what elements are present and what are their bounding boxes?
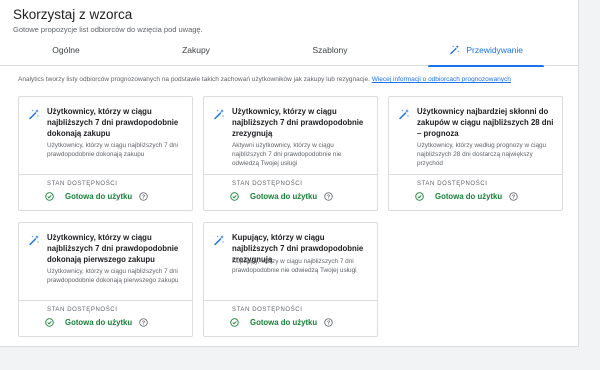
audience-card-likely-churning-users[interactable]: Użytkownicy, którzy w ciągu najbliższych… — [203, 96, 378, 211]
card-description: Kupujący, którzy w ciągu najbliższych 7 … — [232, 258, 357, 275]
availability-label: STAN DOSTĘPNOŚCI — [417, 181, 488, 187]
status-text: Gotowa do użytku — [65, 318, 133, 327]
info-description: Analytics tworzy listy odbiorców prognoz… — [18, 76, 370, 83]
panel-title: Skorzystaj z wzorca — [13, 7, 133, 22]
card-description: Użytkownicy, którzy w ciągu najbliższych… — [47, 268, 179, 285]
status-text: Gotowa do użytku — [250, 192, 318, 201]
availability-label: STAN DOSTĘPNOŚCI — [47, 181, 118, 187]
check-circle-icon — [45, 318, 54, 327]
tab-label: Zakupy — [182, 45, 210, 55]
audience-card-likely-purchasers[interactable]: Użytkownicy, którzy w ciągu najbliższych… — [18, 96, 193, 211]
magic-wand-icon — [213, 107, 225, 125]
audience-template-panel: Skorzystaj z wzorca Gotowe propozycje li… — [0, 0, 579, 347]
availability-label: STAN DOSTĘPNOŚCI — [47, 307, 118, 313]
magic-wand-icon — [28, 233, 40, 251]
svg-text:?: ? — [327, 195, 330, 201]
tab-label: Ogólne — [52, 45, 80, 55]
availability-status: Gotowa do użytku ? — [45, 192, 148, 201]
tab-label: Przewidywanie — [466, 45, 524, 55]
availability-status: Gotowa do użytku ? — [45, 318, 148, 327]
card-title: Użytkownicy, którzy w ciągu najbliższych… — [47, 233, 179, 265]
svg-text:?: ? — [142, 195, 145, 201]
card-title: Użytkownicy, którzy w ciągu najbliższych… — [47, 107, 179, 139]
svg-text:?: ? — [142, 321, 145, 327]
tab-predictive[interactable]: Przewidywanie — [428, 36, 544, 67]
availability-status: Gotowa do użytku ? — [230, 192, 333, 201]
magic-wand-icon — [449, 44, 466, 55]
status-text: Gotowa do użytku — [250, 318, 318, 327]
help-icon[interactable]: ? — [139, 318, 148, 327]
card-description: Aktywni użytkownicy, którzy w ciągu najb… — [232, 142, 342, 168]
card-divider — [389, 174, 562, 175]
audience-card-likely-churning-purchasers[interactable]: Kupujący, którzy w ciągu najbliższych 7 … — [203, 222, 378, 337]
help-icon[interactable]: ? — [324, 318, 333, 327]
card-description: Użytkownicy, którzy w ciągu najbliższych… — [47, 142, 178, 159]
audience-card-likely-first-time-purchasers[interactable]: Użytkownicy, którzy w ciągu najbliższych… — [18, 222, 193, 337]
tab-general[interactable]: Ogólne — [8, 36, 124, 66]
help-icon[interactable]: ? — [139, 192, 148, 201]
info-text: Analytics tworzy listy odbiorców prognoz… — [18, 76, 511, 83]
magic-wand-icon — [28, 107, 40, 125]
help-icon[interactable]: ? — [324, 192, 333, 201]
audience-card-top-spenders[interactable]: Użytkownicy najbardziej skłonni do zakup… — [388, 96, 563, 211]
card-title: Użytkownicy, którzy w ciągu najbliższych… — [232, 107, 364, 139]
card-divider — [19, 174, 192, 175]
availability-label: STAN DOSTĘPNOŚCI — [232, 181, 303, 187]
card-description: Użytkownicy, którzy według prognozy w ci… — [417, 142, 547, 168]
card-divider — [19, 300, 192, 301]
availability-label: STAN DOSTĘPNOŚCI — [232, 307, 303, 313]
magic-wand-icon — [398, 107, 410, 125]
status-text: Gotowa do użytku — [435, 192, 503, 201]
card-divider — [204, 300, 377, 301]
learn-more-link[interactable]: Więcej informacji o odbiorcach prognozow… — [372, 76, 511, 83]
tab-bar: Ogólne Zakupy Szablony Przewidywanie — [0, 36, 579, 67]
check-circle-icon — [415, 192, 424, 201]
status-text: Gotowa do użytku — [65, 192, 133, 201]
availability-status: Gotowa do użytku ? — [415, 192, 518, 201]
tab-label: Szablony — [312, 45, 348, 55]
tab-purchases[interactable]: Zakupy — [138, 36, 254, 66]
check-circle-icon — [230, 192, 239, 201]
check-circle-icon — [45, 192, 54, 201]
panel-subtitle: Gotowe propozycje list odbiorców do wzię… — [13, 25, 203, 34]
card-divider — [204, 174, 377, 175]
tab-templates[interactable]: Szablony — [272, 36, 388, 66]
magic-wand-icon — [213, 233, 225, 251]
svg-text:?: ? — [512, 195, 515, 201]
card-title: Użytkownicy najbardziej skłonni do zakup… — [417, 107, 554, 139]
active-tab-indicator — [428, 65, 544, 67]
svg-text:?: ? — [327, 321, 330, 327]
availability-status: Gotowa do użytku ? — [230, 318, 333, 327]
help-icon[interactable]: ? — [509, 192, 518, 201]
check-circle-icon — [230, 318, 239, 327]
